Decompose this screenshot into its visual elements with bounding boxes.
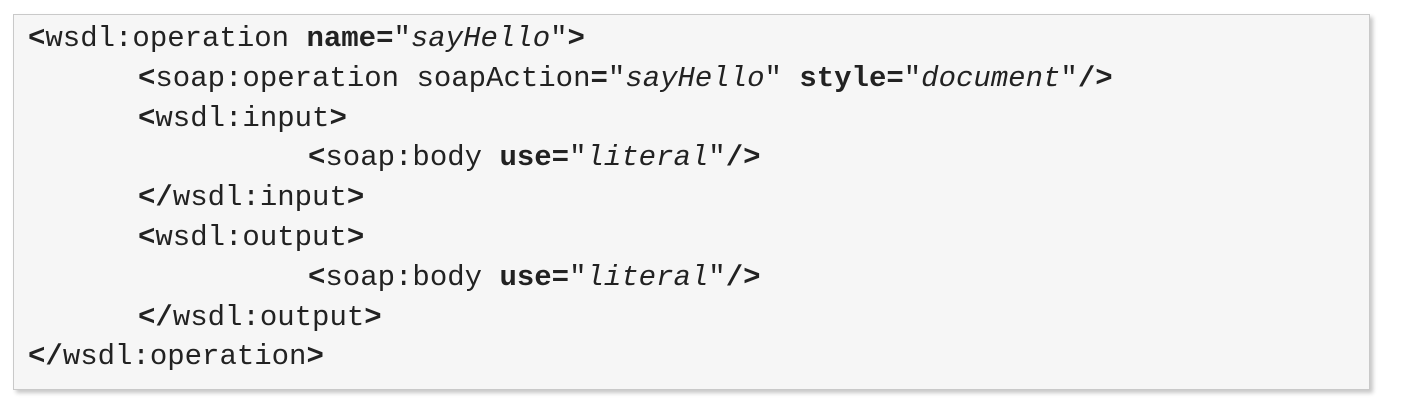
code-token: < [28,22,46,55]
code-token: literal [586,260,709,294]
code-token: " [569,260,587,294]
code-line: </wsdl:output> [138,298,382,338]
code-token: = [590,61,608,95]
code-token: style= [799,61,904,95]
code-token: < [138,61,156,95]
code-token: " [393,22,411,55]
code-token: /> [1077,61,1113,95]
code-token: < [308,260,326,294]
code-token: " [1060,61,1078,95]
code-token: use= [499,141,570,175]
code-token: soap:operation soapAction [155,61,591,95]
code-token: > [346,181,365,215]
code-token: wsdl:input [172,181,347,215]
code-token: soap:body [325,260,500,294]
code-token: wsdl:input [155,101,330,135]
code-token: " [708,260,726,294]
code-token: wsdl:operation [45,22,307,55]
code-token: sayHello [625,61,765,95]
code-token: soap:body [325,141,500,175]
code-token: wsdl:output [172,300,365,334]
code-token: " [708,141,726,175]
code-line: <soap:body use="literal"/> [308,138,761,178]
code-token: literal [586,141,709,175]
code-token: use= [499,260,570,294]
code-token: < [138,221,156,254]
code-token: > [567,22,585,55]
code-token: " [764,61,800,95]
code-token: </ [28,340,63,374]
code-token: > [306,340,324,374]
code-line: </wsdl:input> [138,178,364,218]
code-token: " [550,22,568,55]
code-line: <wsdl:input> [138,99,347,139]
code-token: > [346,221,365,254]
code-token: wsdl:operation [62,340,307,374]
code-token: sayHello [410,22,551,55]
code-line: <soap:body use="literal"/> [308,258,761,298]
code-token: </ [138,181,173,215]
code-token: < [308,141,326,175]
code-token: </ [138,300,173,334]
code-token: < [138,101,156,135]
code-token: > [329,101,347,135]
code-token: " [569,141,587,175]
code-token: " [903,61,922,95]
code-token: name= [306,22,394,55]
code-token: wsdl:output [155,221,347,254]
code-line: </wsdl:operation> [28,337,324,377]
code-line: <soap:operation soapAction="sayHello" st… [138,59,1113,99]
code-listing: <wsdl:operation name="sayHello"> <soap:o… [13,14,1370,390]
code-token: /> [725,141,761,175]
code-token: document [921,61,1061,95]
code-token: > [364,300,382,334]
code-token: /> [725,260,761,294]
code-line: <wsdl:operation name="sayHello"> [28,19,585,59]
code-token: " [607,61,626,95]
code-line: <wsdl:output> [138,218,364,258]
